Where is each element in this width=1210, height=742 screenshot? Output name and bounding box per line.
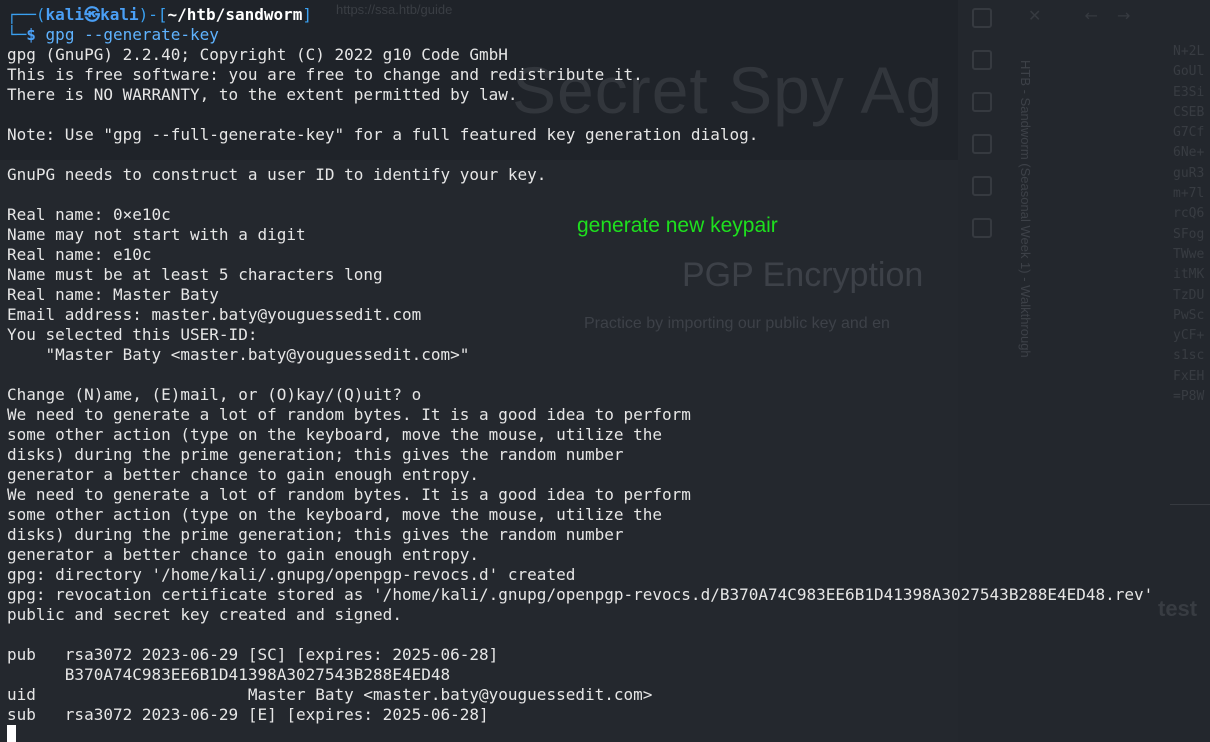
prompt-frame-bottom: └─ <box>7 25 27 44</box>
terminal-output-line: Name must be at least 5 characters long <box>7 265 383 284</box>
terminal-output-line: gpg: directory '/home/kali/.gnupg/openpg… <box>7 565 576 584</box>
terminal-output-line: Email address: master.baty@youguessedit.… <box>7 305 422 324</box>
terminal-output-line: gpg: revocation certificate stored as '/… <box>7 585 1154 604</box>
terminal-output-line: generator a better chance to gain enough… <box>7 545 480 564</box>
terminal-output-line: Real name: Master Baty <box>7 285 219 304</box>
terminal-output-line: uid Master Baty <master.baty@youguessedi… <box>7 685 653 704</box>
prompt-header: ┌──(kali㉿kali)-[~/htb/sandworm] <box>7 5 312 25</box>
prompt-close: ] <box>302 5 313 24</box>
prompt-dollar: $ <box>26 25 36 44</box>
terminal-output-line: GnuPG needs to construct a user ID to id… <box>7 165 547 184</box>
prompt-at: ㉿ <box>84 5 101 24</box>
prompt-command-line: └─$ gpg --generate-key <box>7 25 219 45</box>
terminal-output-line: B370A74C983EE6B1D41398A3027543B288E4ED48 <box>7 665 451 684</box>
terminal-output-line: Name may not start with a digit <box>7 225 306 244</box>
terminal-output-line: pub rsa3072 2023-06-29 [SC] [expires: 20… <box>7 645 499 664</box>
terminal-output-line: "Master Baty <master.baty@youguessedit.c… <box>7 345 470 364</box>
terminal-output-line: Note: Use "gpg --full-generate-key" for … <box>7 125 759 144</box>
terminal-output-line: We need to generate a lot of random byte… <box>7 485 691 504</box>
terminal-cursor <box>7 725 16 742</box>
terminal-output-line: Real name: e10c <box>7 245 152 264</box>
command-text: gpg --generate-key <box>45 25 219 44</box>
terminal-output-line: We need to generate a lot of random byte… <box>7 405 691 424</box>
terminal-output-line: some other action (type on the keyboard,… <box>7 425 663 444</box>
prompt-host: kali <box>100 5 139 24</box>
annotation-label: generate new keypair <box>577 214 778 237</box>
terminal-output-line: This is free software: you are free to c… <box>7 65 643 84</box>
terminal-output-line: disks) during the prime generation; this… <box>7 445 624 464</box>
terminal-window[interactable]: ┌──(kali㉿kali)-[~/htb/sandworm] └─$ gpg … <box>0 0 1210 742</box>
terminal-output-line: generator a better chance to gain enough… <box>7 465 480 484</box>
terminal-output-line: gpg (GnuPG) 2.2.40; Copyright (C) 2022 g… <box>7 45 508 64</box>
terminal-output-line: public and secret key created and signed… <box>7 605 402 624</box>
prompt-mid: )-[ <box>138 5 168 24</box>
terminal-output-line: Change (N)ame, (E)mail, or (O)kay/(Q)uit… <box>7 385 422 404</box>
terminal-output-line: You selected this USER-ID: <box>7 325 258 344</box>
prompt-frame-left: ┌──( <box>7 5 46 24</box>
prompt-path: ~/htb/sandworm <box>167 5 303 24</box>
prompt-user: kali <box>45 5 85 24</box>
terminal-output-line: some other action (type on the keyboard,… <box>7 505 663 524</box>
terminal-output-line: There is NO WARRANTY, to the extent perm… <box>7 85 518 104</box>
terminal-output-line: sub rsa3072 2023-06-29 [E] [expires: 202… <box>7 705 489 724</box>
terminal-output-line: Real name: 0×e10c <box>7 205 171 224</box>
terminal-output-line: disks) during the prime generation; this… <box>7 525 624 544</box>
